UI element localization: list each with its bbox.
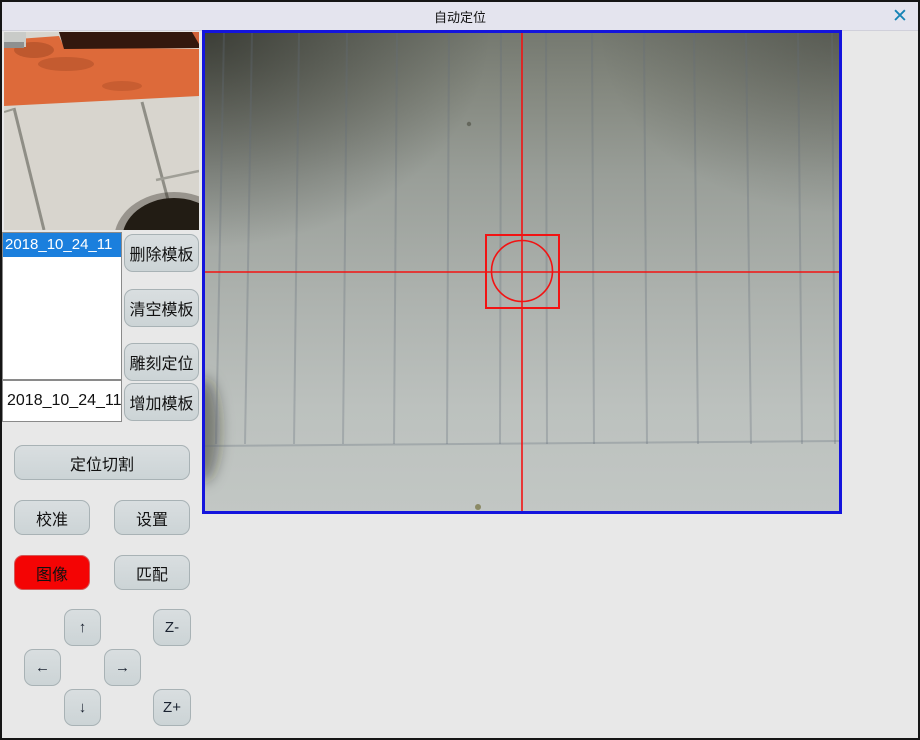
template-name-input[interactable] (2, 380, 122, 422)
image-button[interactable]: 图像 (14, 555, 90, 590)
beam-shadow (38, 57, 94, 71)
jog-right-button[interactable]: → (104, 649, 141, 686)
dialog-title: 自动定位 (434, 7, 486, 26)
list-item[interactable]: 2018_10_24_11 (3, 233, 121, 257)
jog-left-button[interactable]: ← (24, 649, 61, 686)
delete-template-button[interactable]: 删除模板 (124, 234, 199, 272)
titlebar: 自动定位 ✕ (2, 2, 918, 31)
add-template-button[interactable]: 增加模板 (124, 383, 199, 421)
close-icon[interactable]: ✕ (888, 4, 912, 28)
speck (475, 504, 481, 510)
template-list[interactable]: 2018_10_24_11 (2, 232, 122, 380)
jog-up-button[interactable]: ↑ (64, 609, 101, 646)
settings-button[interactable]: 设置 (114, 500, 190, 535)
template-thumbnail (4, 32, 199, 230)
jog-z-minus-button[interactable]: Z- (153, 609, 191, 646)
jog-down-button[interactable]: ↓ (64, 689, 101, 726)
engrave-position-button[interactable]: 雕刻定位 (124, 343, 199, 381)
dark-band (59, 32, 199, 49)
jog-z-plus-button[interactable]: Z+ (153, 689, 191, 726)
auto-position-dialog: 自动定位 ✕ 2018_10_24_11 删除模板 清空模板 雕刻定位 增加模板… (0, 0, 920, 740)
clear-templates-button[interactable]: 清空模板 (124, 289, 199, 327)
match-button[interactable]: 匹配 (114, 555, 190, 590)
calibrate-button[interactable]: 校准 (14, 500, 90, 535)
beam-shadow (102, 81, 142, 91)
position-cut-button[interactable]: 定位切割 (14, 445, 190, 480)
tile-patch-shadow (4, 42, 24, 48)
speck (467, 122, 471, 126)
camera-view[interactable] (202, 30, 842, 514)
